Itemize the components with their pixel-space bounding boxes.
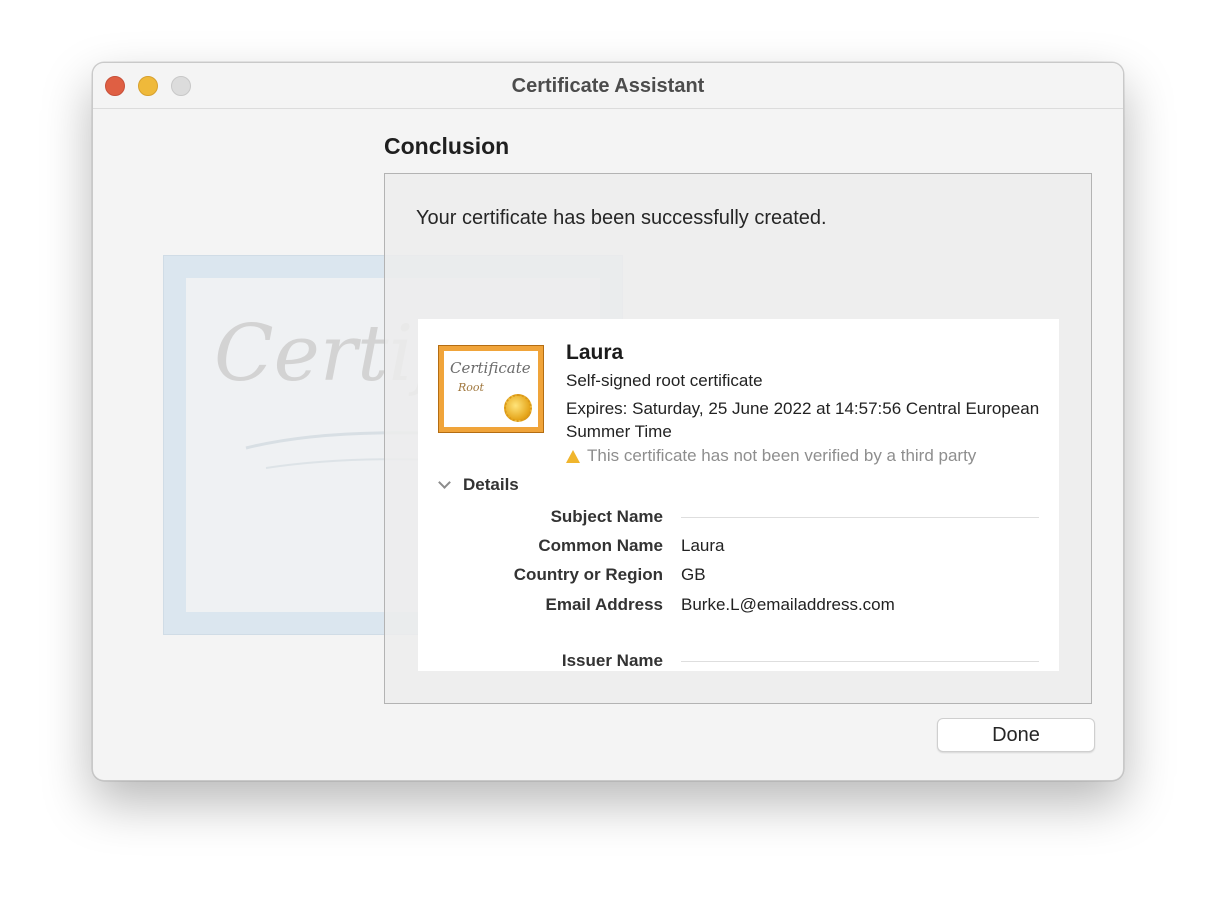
common-name-label: Common Name bbox=[538, 536, 663, 555]
email-label: Email Address bbox=[545, 595, 663, 614]
done-button[interactable]: Done bbox=[937, 718, 1095, 752]
section-title: Conclusion bbox=[384, 133, 510, 159]
certificate-assistant-window: Certificate Assistant Certif Conclusion … bbox=[92, 62, 1124, 781]
details-label: Details bbox=[463, 475, 519, 494]
title-bar: Certificate Assistant bbox=[93, 63, 1123, 109]
verification-warning: This certificate has not been verified b… bbox=[566, 446, 976, 466]
certificate-name: Laura bbox=[566, 341, 624, 364]
certificate-details-panel[interactable]: Certificate Root Laura Self-signed root … bbox=[418, 319, 1059, 671]
success-message: Your certificate has been successfully c… bbox=[416, 207, 827, 229]
issuer-name-divider bbox=[681, 661, 1039, 662]
certificate-thumb-subtitle: Root bbox=[458, 381, 484, 394]
subject-name-divider bbox=[681, 517, 1039, 518]
warning-text: This certificate has not been verified b… bbox=[587, 446, 977, 465]
details-disclosure[interactable]: Details bbox=[438, 475, 519, 495]
certificate-expiry: Expires: Saturday, 25 June 2022 at 14:57… bbox=[566, 399, 1040, 441]
chevron-down-icon[interactable] bbox=[438, 476, 451, 489]
warning-icon bbox=[566, 449, 581, 463]
common-name-value: Laura bbox=[681, 536, 725, 555]
certificate-thumb-title: Certificate bbox=[450, 359, 531, 377]
seal-icon bbox=[504, 394, 532, 422]
country-label: Country or Region bbox=[513, 565, 663, 584]
certificate-icon: Certificate Root bbox=[438, 345, 544, 433]
subject-name-label: Subject Name bbox=[550, 507, 663, 526]
email-value: Burke.L@emailaddress.com bbox=[681, 595, 895, 614]
window-title: Certificate Assistant bbox=[511, 75, 705, 97]
country-value: GB bbox=[681, 565, 706, 584]
issuer-name-label: Issuer Name bbox=[561, 651, 663, 670]
certificate-type: Self-signed root certificate bbox=[566, 371, 763, 390]
conclusion-content-box: Your certificate has been successfully c… bbox=[384, 173, 1092, 704]
